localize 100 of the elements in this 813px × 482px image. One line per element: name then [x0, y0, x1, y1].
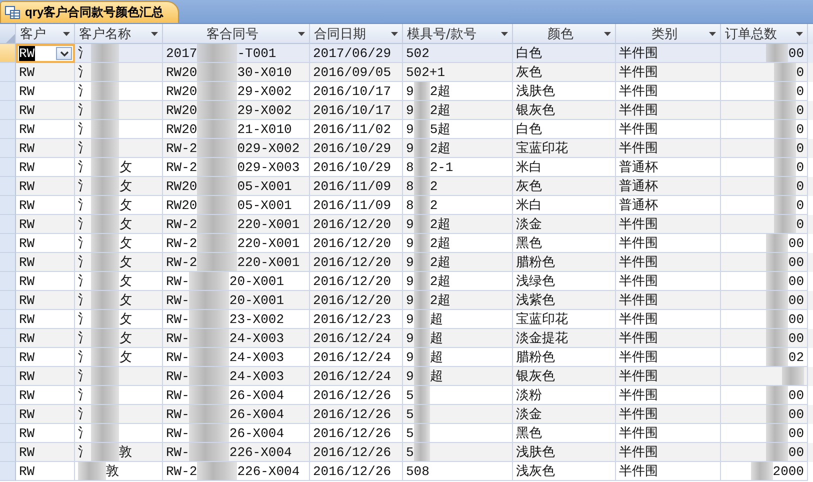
row-selector[interactable] — [0, 196, 16, 215]
caret-icon — [298, 32, 305, 36]
row-selector[interactable] — [0, 177, 16, 196]
cell-text: RW- — [166, 350, 190, 364]
row-selector[interactable] — [0, 310, 16, 329]
table-cell: RW — [16, 329, 75, 348]
row-selector[interactable] — [0, 82, 16, 101]
cell-text: RW- — [166, 368, 190, 384]
table-cell: 半件围 — [616, 253, 721, 272]
blur-patch — [766, 424, 788, 442]
table-cell: 2016/10/17 — [310, 101, 403, 120]
table-cell: 2016/12/26 — [310, 443, 403, 462]
row-selector[interactable] — [0, 291, 16, 310]
cell-text: 24-X003 — [229, 330, 284, 346]
row-selector[interactable] — [0, 424, 16, 443]
cell-text: 0 — [796, 216, 804, 232]
cell-text: 220-X001 — [237, 216, 300, 232]
table-row[interactable]: RW 敦 RW-2 226-X004 2016/12/26 508 浅灰色 半件围 2000 — [0, 462, 813, 481]
blur-patch — [189, 424, 230, 442]
row-selector[interactable] — [0, 405, 16, 424]
cell-text: 超 — [430, 330, 443, 347]
blur-patch — [766, 348, 788, 366]
table-cell: 半件围 — [616, 367, 721, 386]
row-selector[interactable] — [0, 158, 16, 177]
row-selector[interactable] — [0, 139, 16, 158]
blur-patch — [189, 405, 230, 423]
blur-patch — [91, 101, 119, 119]
table-row[interactable]: RW 氵 RW20 29-X002 2016/10/17 9 2超 银灰色 半件围 0 — [0, 101, 813, 120]
table-cell: 浅紫色 — [513, 291, 616, 310]
table-cell: 半件围 — [616, 139, 721, 158]
cell-text: 9 — [406, 84, 414, 98]
cell-text: 氵 — [78, 140, 91, 157]
row-selector[interactable] — [0, 367, 16, 386]
row-selector[interactable] — [0, 63, 16, 82]
table-row[interactable]: RW 氵 RW- 26-X004 2016/12/26 5 淡金 半件围 00 — [0, 405, 813, 424]
cell-text: RW- — [166, 444, 190, 460]
table-cell: 淡金 — [513, 405, 616, 424]
row-selector[interactable] — [0, 215, 16, 234]
cell-text: 029-X003 — [237, 160, 300, 174]
blur-patch — [197, 234, 238, 252]
blur-patch — [774, 177, 796, 195]
table-row[interactable]: RW 氵 攵 RW- 20-X001 2016/12/20 9 2超 浅紫色 半件围 00 — [0, 291, 813, 310]
blur-patch — [750, 462, 773, 480]
row-selector[interactable] — [0, 101, 16, 120]
row-selector[interactable] — [0, 462, 16, 481]
table-row[interactable]: RW 氵 2017 -T001 2017/06/29 502 白色 半件围 00 — [0, 44, 813, 63]
table-row[interactable]: RW 氵 敦 RW- 226-X004 2016/12/26 5 浅肤色 半件围 00 — [0, 443, 813, 462]
table-row[interactable]: RW 氵 攵 RW20 05-X001 2016/11/09 8 2 灰色 普通杯 0 — [0, 177, 813, 196]
cell-text: 00 — [788, 426, 804, 440]
blur-patch — [91, 215, 119, 233]
cell-text: 2000 — [772, 464, 804, 478]
blur-patch — [414, 424, 430, 442]
select-all-corner[interactable] — [0, 24, 16, 44]
caret-icon — [391, 32, 398, 36]
row-selector[interactable] — [0, 44, 16, 63]
blur-patch — [766, 291, 788, 309]
row-selector[interactable] — [0, 348, 16, 367]
query-icon — [5, 6, 20, 19]
blur-patch — [414, 158, 430, 176]
row-selector[interactable] — [0, 272, 16, 291]
cell-text: 2超 — [430, 273, 451, 290]
table-cell: 2016/12/20 — [310, 291, 403, 310]
row-selector[interactable] — [0, 234, 16, 253]
table-row[interactable]: RW 氵 攵 RW-2 220-X001 2016/12/20 9 2超 腊粉色 半件围 00 — [0, 253, 813, 272]
document-tab[interactable]: qry客户合同款号颜色汇总 — [0, 1, 179, 23]
cell-text: RW-2 — [166, 160, 198, 174]
table-cell: 浅肤色 — [513, 443, 616, 462]
blur-patch — [414, 253, 430, 271]
blur-patch — [91, 367, 119, 385]
cell-text: 05-X001 — [237, 198, 292, 212]
table-cell: 2016/12/20 — [310, 253, 403, 272]
table-cell: 淡金 — [513, 215, 616, 234]
row-selector[interactable] — [0, 329, 16, 348]
cell-text: 00 — [788, 274, 804, 288]
table-cell: 2016/12/26 — [310, 462, 403, 481]
cell-text: 02 — [788, 350, 804, 364]
cell-text: 氵 — [78, 292, 91, 309]
table-cell: 半件围 — [616, 63, 721, 82]
table-cell[interactable]: RW — [16, 44, 75, 63]
cell-text: 2 — [430, 178, 438, 194]
cell-text: 5 — [406, 406, 414, 422]
cell-text: 9 — [406, 312, 414, 326]
table-row[interactable]: RW 氵 RW20 30-X010 2016/09/05 502+1 灰色 半件围 0 — [0, 63, 813, 82]
cell-text: RW- — [166, 406, 190, 422]
cell-text: RW20 — [166, 178, 198, 194]
cell-text: 氵 — [78, 64, 91, 81]
table-row[interactable]: RW 氵 RW- 24-X003 2016/12/24 9 超 银灰色 半件围 — [0, 367, 813, 386]
row-selector[interactable] — [0, 386, 16, 405]
cell-text: 氵 — [78, 349, 91, 366]
table-cell: 银灰色 — [513, 101, 616, 120]
table-row[interactable]: RW 氵 RW-2 029-X002 2016/10/29 9 2超 宝蓝印花 半件围 0 — [0, 139, 813, 158]
blur-patch — [189, 443, 230, 461]
row-selector[interactable] — [0, 253, 16, 272]
table-row[interactable]: RW 氵 攵 RW-2 220-X001 2016/12/20 9 2超 淡金 半件围 0 — [0, 215, 813, 234]
cell-text: 攵 — [119, 235, 132, 252]
dropdown-button[interactable] — [56, 47, 72, 60]
blur-patch — [197, 177, 238, 195]
row-selector[interactable] — [0, 120, 16, 139]
row-selector[interactable] — [0, 443, 16, 462]
table-row[interactable]: RW 氵 攵 RW- 24-X003 2016/12/24 9 超 淡金提花 半件围 00 — [0, 329, 813, 348]
